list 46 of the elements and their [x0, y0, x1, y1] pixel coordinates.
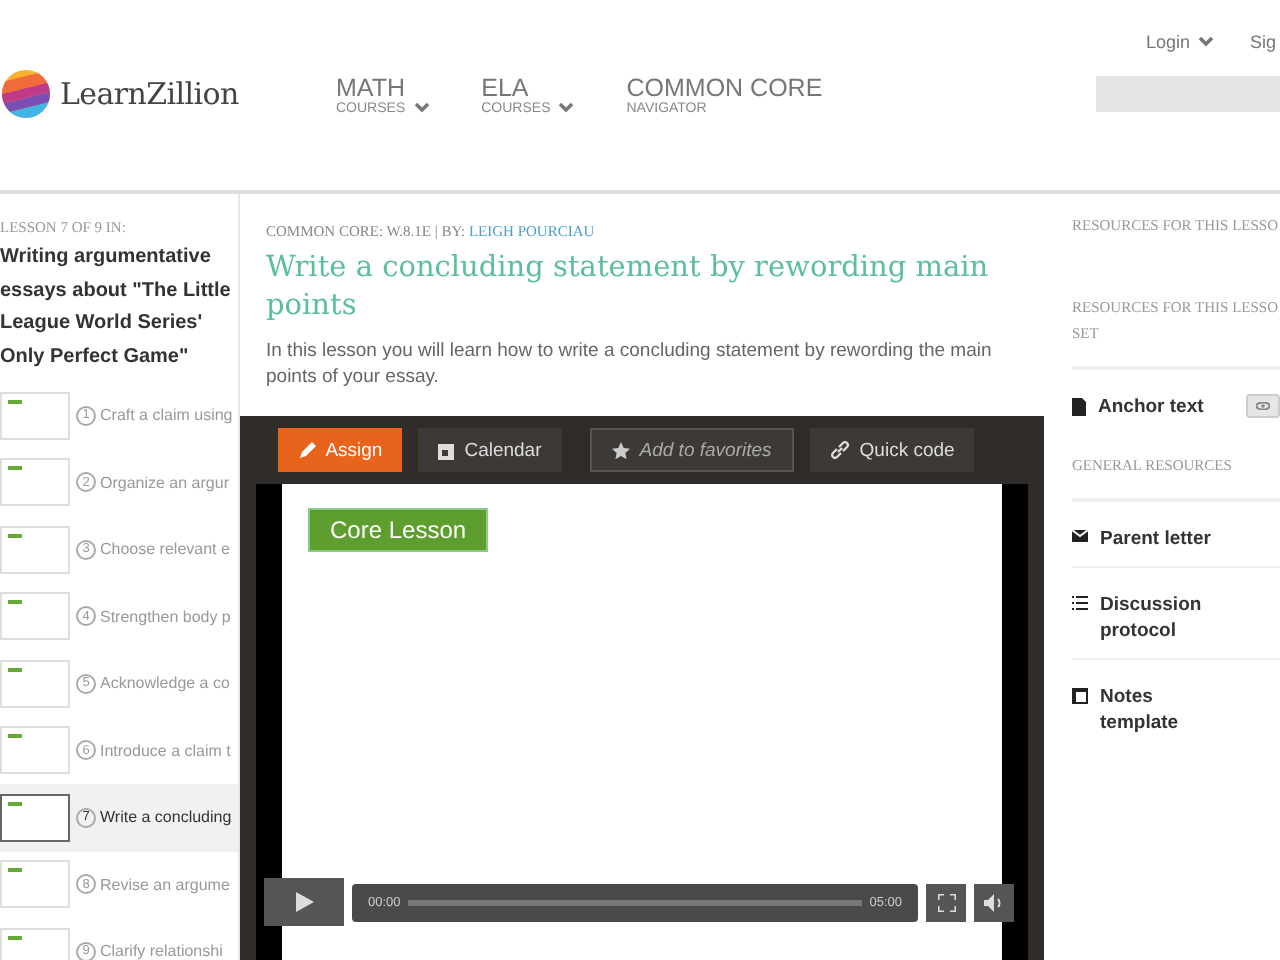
- link-icon: [829, 440, 850, 460]
- lesson-title: Revise an argume: [100, 875, 230, 894]
- resource-item[interactable]: Parent letter: [1072, 500, 1280, 566]
- star-icon: [611, 441, 630, 459]
- pencil-icon: [297, 441, 316, 459]
- lesson-title: Organize an argur: [100, 473, 229, 492]
- lesson-title: Acknowledge a co: [100, 674, 230, 693]
- resource-item[interactable]: Anchor text: [1072, 368, 1280, 434]
- document-icon: [1072, 398, 1086, 416]
- list-icon: [1072, 596, 1088, 610]
- header-link[interactable]: Login: [1145, 20, 1214, 64]
- lesson-set-title: Writing argumentative essays about "The Little League World Series' Only Perfect Game": [0, 244, 233, 371]
- header-link[interactable]: Sig: [1249, 20, 1276, 64]
- lesson-title: Choose relevant e: [100, 540, 230, 559]
- slide-thumbnail: [0, 793, 70, 842]
- envelope-icon: [1072, 530, 1088, 542]
- lesson-title: Clarify relationshi: [100, 942, 223, 960]
- lesson-title: Write a concluding statement by rewording main points: [266, 250, 991, 326]
- template-icon: [1072, 688, 1088, 704]
- preview-button[interactable]: [1246, 394, 1280, 418]
- caret-icon: [1197, 36, 1214, 48]
- play-button[interactable]: [264, 878, 344, 926]
- lesson-title: Craft a claim using: [100, 406, 233, 425]
- search-field[interactable]: [1096, 76, 1280, 112]
- caret-icon: [558, 102, 575, 114]
- lesson-title: Strengthen body p: [100, 607, 231, 626]
- favorite-button[interactable]: Add to favorites: [589, 428, 794, 472]
- eye-icon: [1256, 402, 1271, 410]
- play-icon: [295, 892, 313, 912]
- caret-icon: [413, 102, 430, 114]
- fullscreen-button[interactable]: [926, 883, 966, 921]
- lesson-title: Write a concluding: [100, 808, 232, 827]
- calendar-button[interactable]: Calendar: [418, 428, 562, 472]
- calendar-icon: [438, 441, 455, 459]
- assign-button[interactable]: Assign: [277, 428, 403, 472]
- fullscreen-icon: [937, 893, 955, 911]
- logo-icon: [2, 70, 50, 118]
- lesson-title: Introduce a claim t: [100, 741, 231, 760]
- resource-item[interactable]: Notes template: [1072, 658, 1280, 750]
- volume-button[interactable]: [974, 883, 1014, 921]
- slide-label: Core Lesson: [308, 508, 489, 552]
- resource-item[interactable]: Discussion protocol: [1072, 566, 1280, 658]
- lesson-summary: In this lesson you will learn how to write a concluding statement by rewording the main points of your essay.: [266, 338, 994, 390]
- brand-name[interactable]: LearnZillion: [60, 76, 239, 112]
- speaker-icon: [984, 893, 1004, 911]
- quick-code-button[interactable]: Quick code: [809, 428, 975, 472]
